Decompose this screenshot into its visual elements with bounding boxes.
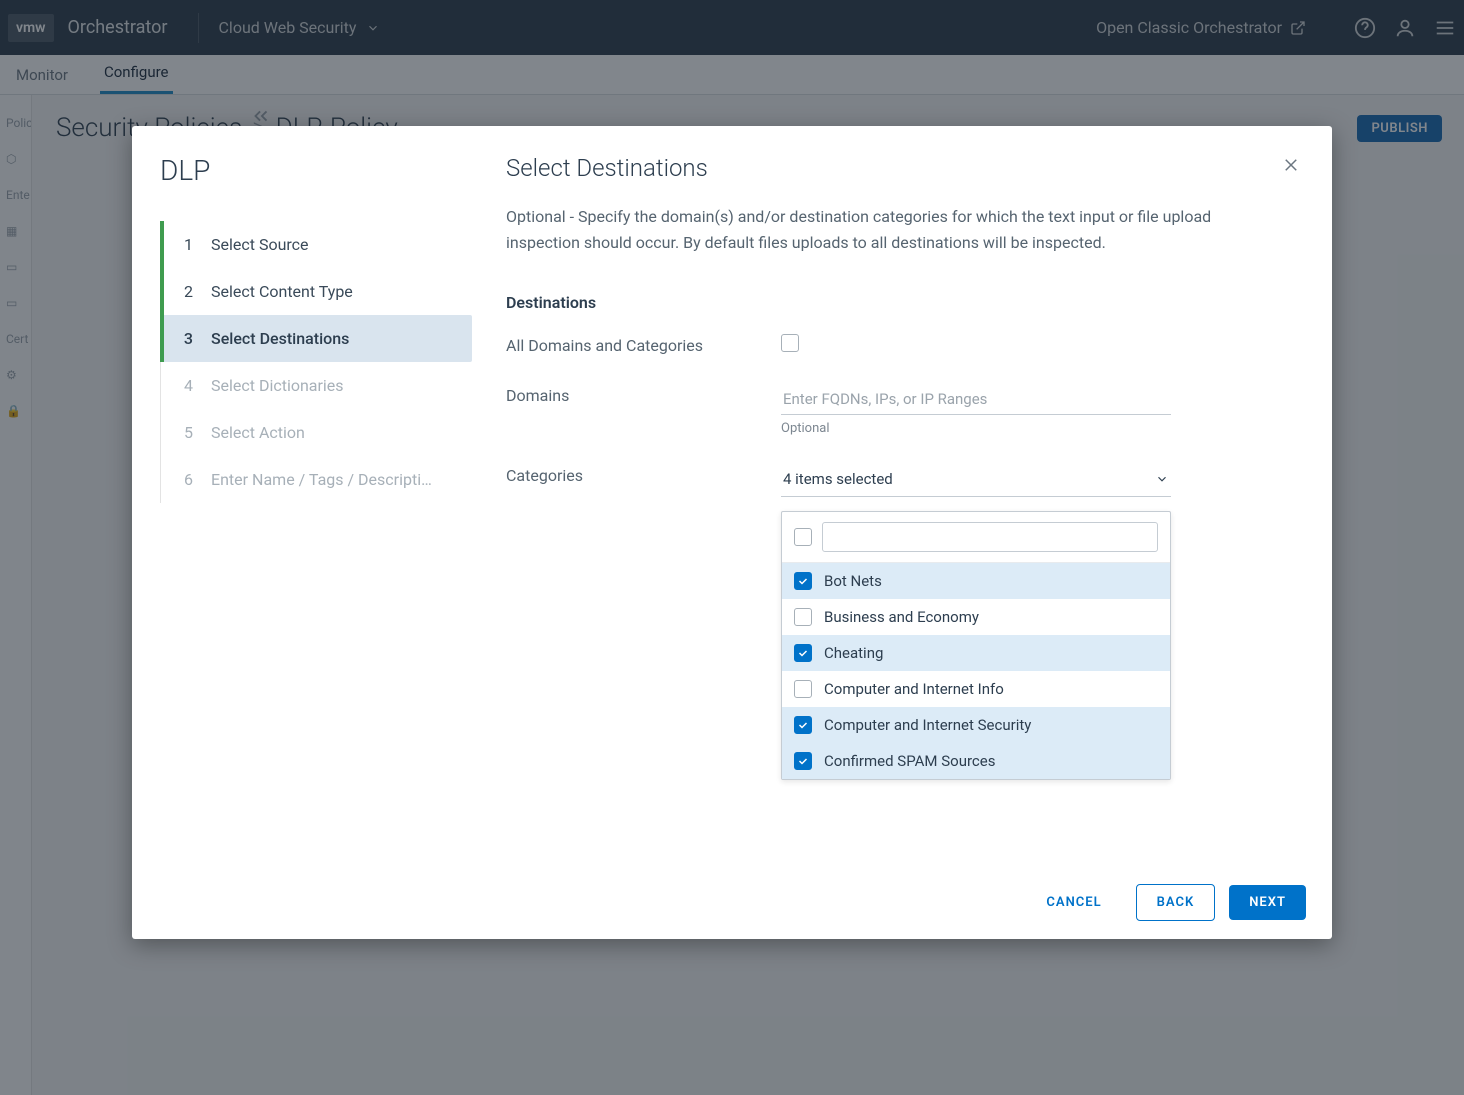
wizard-title: DLP: [160, 154, 472, 187]
category-label: Cheating: [824, 644, 883, 662]
step-number: 6: [179, 470, 193, 489]
modal: DLP 1Select Source2Select Content Type3S…: [132, 126, 1332, 939]
wizard-sidebar: DLP 1Select Source2Select Content Type3S…: [132, 126, 472, 939]
step-label: Select Destinations: [211, 329, 349, 348]
category-checkbox[interactable]: [794, 752, 812, 770]
domains-hint: Optional: [781, 421, 1171, 436]
step-label: Select Content Type: [211, 282, 353, 301]
domains-input[interactable]: [781, 384, 1171, 415]
section-label: Destinations: [506, 293, 1298, 312]
categories-summary: 4 items selected: [783, 470, 893, 488]
category-search-input[interactable]: [822, 522, 1158, 552]
wizard-panel: Select Destinations Optional - Specify t…: [472, 126, 1332, 939]
wizard-step[interactable]: 5 Select Action: [161, 409, 472, 456]
panel-title: Select Destinations: [506, 154, 1298, 182]
categories-dropdown: Bot Nets Business and Economy Cheating Comp…: [781, 511, 1171, 780]
category-item[interactable]: Business and Economy: [782, 599, 1170, 635]
categories-label: Categories: [506, 464, 781, 485]
close-icon[interactable]: [1282, 156, 1300, 174]
wizard-step[interactable]: 6 Enter Name / Tags / Descripti…: [161, 456, 472, 503]
next-button[interactable]: NEXT: [1229, 885, 1306, 920]
category-item[interactable]: Computer and Internet Security: [782, 707, 1170, 743]
step-label: Select Dictionaries: [211, 376, 344, 395]
category-item[interactable]: Cheating: [782, 635, 1170, 671]
wizard-step[interactable]: 3 Select Destinations: [161, 315, 472, 362]
step-number: 4: [179, 376, 193, 395]
all-domains-checkbox[interactable]: [781, 334, 799, 352]
step-label: Select Source: [211, 235, 309, 254]
categories-select[interactable]: 4 items selected: [781, 464, 1171, 497]
step-number: 3: [179, 329, 193, 348]
category-label: Computer and Internet Security: [824, 716, 1031, 734]
select-all-checkbox[interactable]: [794, 528, 812, 546]
category-label: Bot Nets: [824, 572, 882, 590]
step-number: 5: [179, 423, 193, 442]
category-checkbox[interactable]: [794, 644, 812, 662]
category-item[interactable]: Bot Nets: [782, 563, 1170, 599]
category-label: Confirmed SPAM Sources: [824, 752, 995, 770]
all-domains-label: All Domains and Categories: [506, 334, 781, 355]
wizard-step[interactable]: 2 Select Content Type: [161, 268, 472, 315]
modal-overlay: DLP 1Select Source2Select Content Type3S…: [0, 0, 1464, 1095]
step-label: Enter Name / Tags / Descripti…: [211, 470, 432, 489]
category-item[interactable]: Confirmed SPAM Sources: [782, 743, 1170, 779]
category-label: Business and Economy: [824, 608, 979, 626]
category-item[interactable]: Computer and Internet Info: [782, 671, 1170, 707]
step-number: 2: [179, 282, 193, 301]
back-button[interactable]: BACK: [1136, 884, 1216, 921]
category-checkbox[interactable]: [794, 716, 812, 734]
wizard-step[interactable]: 4 Select Dictionaries: [161, 362, 472, 409]
domains-label: Domains: [506, 384, 781, 405]
wizard-step[interactable]: 1 Select Source: [161, 221, 472, 268]
step-label: Select Action: [211, 423, 305, 442]
category-label: Computer and Internet Info: [824, 680, 1004, 698]
category-checkbox[interactable]: [794, 572, 812, 590]
category-checkbox[interactable]: [794, 680, 812, 698]
modal-footer: CANCEL BACK NEXT: [472, 865, 1332, 939]
chevron-down-icon: [1155, 472, 1169, 486]
cancel-button[interactable]: CANCEL: [1026, 885, 1121, 920]
category-checkbox[interactable]: [794, 608, 812, 626]
panel-description: Optional - Specify the domain(s) and/or …: [506, 204, 1246, 255]
step-number: 1: [179, 235, 193, 254]
